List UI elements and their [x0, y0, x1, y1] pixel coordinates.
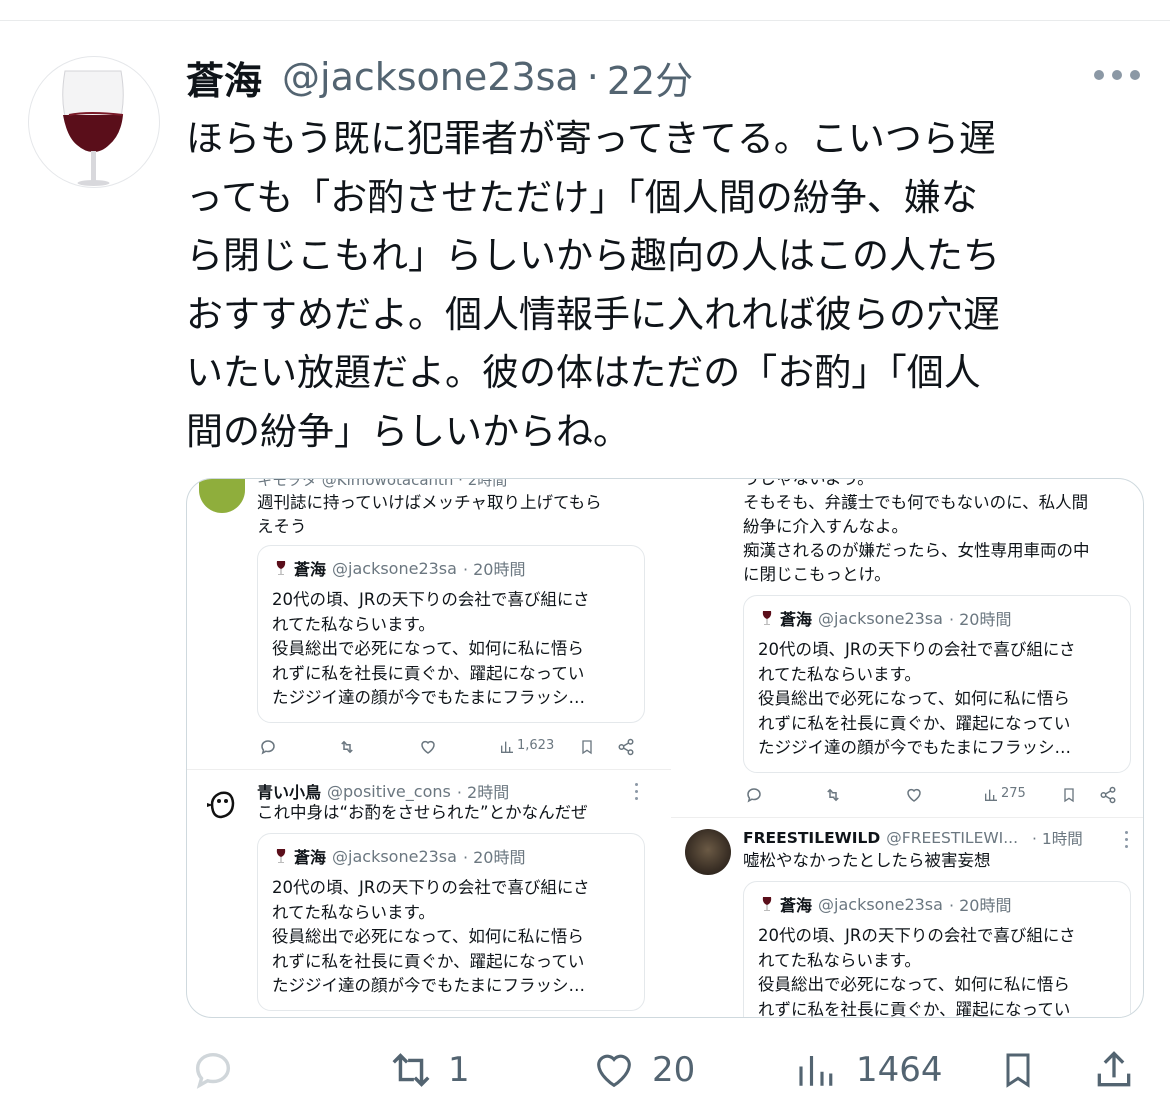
bookmark-button[interactable]	[998, 1040, 1038, 1100]
reply-handle[interactable]: @FREESTILEWI...	[886, 829, 1018, 847]
reply-text: これ中身は“お酌をさせられた”とかなんだぜ	[257, 803, 588, 822]
views-count: 275	[1001, 786, 1026, 801]
reply-time: · 1時間	[1032, 830, 1083, 848]
views-icon[interactable]	[499, 739, 515, 755]
quoted-time: · 20時間	[462, 560, 526, 579]
quoted-name: 蒼海	[294, 848, 327, 867]
quoted-time: · 20時間	[462, 848, 526, 867]
heart-icon[interactable]	[419, 738, 437, 756]
quoted-tweet[interactable]: 蒼海 @jacksone23sa · 20時間 20代の頃、JRの天下りの会社で…	[257, 833, 645, 1011]
bookmark-icon[interactable]	[1061, 786, 1077, 804]
reply-name[interactable]: FREESTILEWILD	[743, 829, 880, 847]
reply-actions: 275	[745, 783, 1125, 807]
tweet-text: ほらもう既に犯罪者が寄ってきてる。こいつら遅 っても「お酌させただけ」「個人間の…	[186, 110, 1121, 461]
views-count: 1,623	[517, 738, 555, 753]
wine-glass-icon	[276, 561, 286, 575]
wine-glass-icon	[276, 849, 286, 863]
retweet-button[interactable]: 1	[384, 1040, 470, 1100]
heart-icon	[597, 1054, 631, 1088]
wine-glass-icon	[62, 70, 124, 186]
reply-text: 嘘松やなかったとしたら被害妄想	[743, 851, 991, 870]
partial-text: うじゃないよう。	[743, 478, 874, 488]
reply-header: 青い小鳥 @positive_cons · 2時間	[257, 779, 509, 803]
tweet-line: いたい放題だよ。彼の体はただの「お酌」「個人	[186, 351, 981, 394]
quoted-tweet[interactable]: 蒼海 @jacksone23sa · 20時間 20代の頃、JRの天下りの会社で…	[257, 545, 645, 723]
reply-text: そもそも、弁護士でも何でもないのに、私人間 紛争に介入すんなよ。 痴漢されるのが…	[743, 493, 1090, 584]
quoted-text: 20代の頃、JRの天下りの会社で喜び組にさ れてた私ならいます。 役員総出で必死…	[272, 590, 590, 707]
bookmark-icon	[1006, 1053, 1030, 1088]
reply-text: 週刊誌に持っていけばメッチャ取り上げてもら えそう	[257, 493, 602, 536]
like-button[interactable]: 20	[590, 1040, 695, 1100]
retweet-icon	[392, 1053, 430, 1087]
reply-header: FREESTILEWILD @FREESTILEWI... · 1時間	[743, 827, 1083, 849]
top-divider	[0, 20, 1170, 21]
reply-handle[interactable]: @positive_cons	[327, 782, 451, 801]
share-button[interactable]	[1092, 1040, 1136, 1100]
more-dots-icon[interactable]	[1094, 70, 1144, 84]
wine-glass-icon	[762, 897, 772, 911]
tweet-line: 間の紛争」らしいからね。	[186, 409, 630, 453]
divider	[187, 769, 671, 770]
reply-time: · 2時間	[456, 783, 510, 802]
quoted-handle: @jacksone23sa	[818, 608, 943, 628]
views-icon	[799, 1056, 833, 1086]
views-button[interactable]: 1464	[794, 1040, 943, 1100]
retweet-icon[interactable]	[337, 738, 357, 756]
quoted-handle: @jacksone23sa	[332, 846, 457, 866]
share-icon	[1097, 1051, 1131, 1087]
wine-glass-icon	[762, 611, 772, 625]
tweet-line: おすすめだよ。個人情報手に入れれば彼らの穴遅	[186, 292, 1000, 336]
quoted-time: · 20時間	[948, 896, 1012, 915]
quoted-tweet[interactable]: 蒼海 @jacksone23sa · 20時間 20代の頃、JRの天下りの会社で…	[743, 881, 1131, 1018]
attached-image[interactable]: キモヲタ @Kimowotacanth · 2時間 週刊誌に持っていけばメッチャ…	[186, 478, 1144, 1018]
partial-header: キモヲタ @Kimowotacanth · 2時間	[257, 478, 508, 489]
quoted-time: · 20時間	[948, 610, 1012, 629]
reply-button[interactable]	[190, 1040, 236, 1100]
retweet-count: 1	[448, 1050, 470, 1090]
display-name[interactable]: 蒼海	[186, 50, 262, 105]
quoted-tweet[interactable]: 蒼海 @jacksone23sa · 20時間 20代の頃、JRの天下りの会社で…	[743, 595, 1131, 773]
tweet-actions: 1 20 1464	[186, 1040, 1146, 1100]
quoted-handle: @jacksone23sa	[818, 894, 943, 914]
views-icon[interactable]	[983, 787, 999, 803]
retweet-icon[interactable]	[823, 786, 843, 804]
reply-actions: 1,623	[259, 735, 639, 759]
like-count: 20	[652, 1050, 696, 1090]
quoted-name: 蒼海	[780, 896, 813, 915]
reply-icon[interactable]	[259, 738, 277, 756]
divider	[671, 817, 1143, 818]
tweet-line: っても「お酌させただけ」「個人間の紛争、嫌な	[186, 175, 978, 219]
quoted-name: 蒼海	[294, 560, 327, 579]
avatar[interactable]	[28, 56, 160, 188]
views-count: 1464	[856, 1050, 943, 1090]
bookmark-icon[interactable]	[579, 738, 595, 756]
reply-icon[interactable]	[745, 786, 763, 804]
heart-icon[interactable]	[905, 786, 923, 804]
reply-name[interactable]: 青い小鳥	[257, 779, 321, 803]
quoted-text: 20代の頃、JRの天下りの会社で喜び組にさ れてた私ならいます。 役員総出で必死…	[758, 926, 1076, 1018]
quoted-name: 蒼海	[780, 610, 813, 629]
quoted-text: 20代の頃、JRの天下りの会社で喜び組にさ れてた私ならいます。 役員総出で必死…	[758, 640, 1076, 757]
tweet-header: 蒼海 @jacksone23sa · 22分	[186, 50, 693, 105]
bird-avatar-icon	[200, 782, 244, 826]
timestamp[interactable]: 22分	[607, 50, 693, 105]
reply-avatar	[685, 829, 731, 875]
reply-icon	[195, 1052, 231, 1089]
share-icon[interactable]	[617, 738, 635, 756]
separator: ·	[586, 55, 599, 99]
tweet-line: ら閉じこもれ」らしいから趣向の人はこの人たち	[186, 234, 1000, 277]
quoted-handle: @jacksone23sa	[332, 558, 457, 578]
quoted-text: 20代の頃、JRの天下りの会社で喜び組にさ れてた私ならいます。 役員総出で必死…	[272, 878, 590, 995]
user-handle[interactable]: @jacksone23sa	[282, 55, 579, 99]
tweet-line: ほらもう既に犯罪者が寄ってきてる。こいつら遅	[186, 117, 996, 160]
share-icon[interactable]	[1099, 786, 1117, 804]
reply-avatar	[199, 479, 245, 513]
